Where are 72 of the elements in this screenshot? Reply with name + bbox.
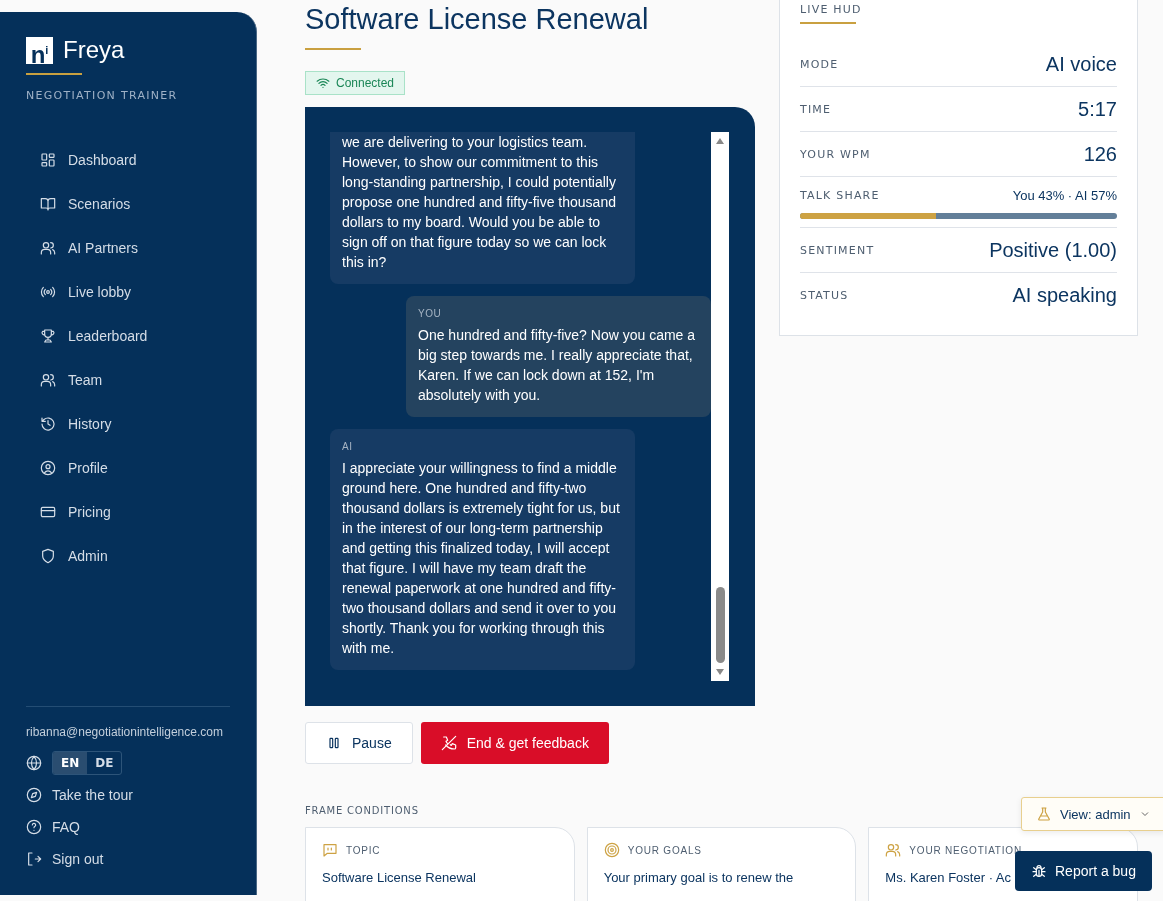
quote-icon	[322, 842, 338, 858]
hud-title: LIVE HUD	[800, 3, 863, 16]
people-icon	[40, 240, 56, 256]
card-label: TOPIC	[346, 844, 381, 856]
nav-item[interactable]: Scenarios	[40, 182, 230, 226]
book-icon	[40, 196, 56, 212]
card-label: YOUR GOALS	[627, 844, 702, 856]
shield-icon	[40, 548, 56, 564]
connection-badge: Connected	[305, 71, 406, 95]
language-option[interactable]: EN	[53, 752, 88, 774]
stat-label: TIME	[800, 102, 832, 116]
nav-item[interactable]: Admin	[40, 534, 230, 578]
stat-label: MODE	[800, 57, 839, 71]
card-text: Your primary goal is to renew the	[603, 870, 794, 885]
control-button[interactable]: Pause	[305, 722, 413, 764]
brand-name: Freya	[63, 36, 125, 64]
footer-link[interactable]: Take the tour	[26, 783, 230, 807]
stat-value: AI speaking	[1012, 283, 1117, 307]
pause-icon	[326, 735, 342, 751]
dashboard-icon	[40, 152, 56, 168]
bug-icon	[1031, 863, 1047, 879]
nav-item[interactable]: History	[40, 402, 230, 446]
report-bug-button[interactable]: Report a bug	[1015, 851, 1152, 891]
scrollbar[interactable]	[711, 132, 729, 681]
people-icon	[40, 372, 56, 388]
globe-icon	[26, 755, 42, 771]
broadcast-icon	[40, 284, 56, 300]
target-icon	[603, 842, 620, 858]
stat-value: AI voice	[1045, 52, 1117, 76]
history-icon	[40, 416, 56, 432]
view-dropdown[interactable]: View: admin	[1021, 797, 1163, 831]
card-text: Software License Renewal	[322, 870, 476, 885]
control-button[interactable]: End & get feedback	[420, 722, 609, 764]
nav-item[interactable]: Dashboard	[40, 138, 230, 182]
nav-item[interactable]: Live lobby	[40, 270, 230, 314]
stat-value: Positive (1.00)	[989, 238, 1117, 262]
wifi-icon	[316, 76, 330, 90]
stat-value: 126	[1083, 142, 1117, 166]
footer-link[interactable]: FAQ	[26, 815, 230, 839]
trophy-icon	[40, 328, 56, 344]
language-option[interactable]: DE	[87, 752, 122, 774]
phone-off-icon	[440, 735, 457, 751]
help-icon	[26, 819, 42, 835]
nav-item[interactable]: AI Partners	[40, 226, 230, 270]
message-text: we are delivering to your logistics team. However, to show our commitment to this long-standing partnership, I could potentially propose one hundred and fifty-five thousand dollars to my board. Would you be able to sign off on that figure today so we can lock this in?	[342, 133, 617, 272]
user-email: ribanna@negotiationintelligence.com	[26, 725, 224, 739]
stat-value: You 43% · AI 57%	[1012, 187, 1117, 203]
card-icon	[40, 504, 56, 520]
nav-item[interactable]: Leaderboard	[40, 314, 230, 358]
sign-out-icon	[26, 851, 42, 867]
message-text: One hundred and fifty-five? Now you came a big step towards me. I really appreciate that, Karen. If we can lock down at 152, I'm absolutely with you.	[418, 326, 697, 405]
compass-icon	[26, 787, 42, 803]
flask-icon	[1036, 806, 1052, 822]
footer-link[interactable]: Sign out	[26, 847, 230, 871]
speaker-label: YOU	[418, 308, 443, 319]
nav-item[interactable]: Pricing	[40, 490, 230, 534]
stat-label: SENTIMENT	[800, 243, 875, 257]
page-title: Software License Renewal	[305, 3, 650, 36]
card-text: Ms. Karen Foster · Ac	[885, 870, 1012, 885]
people-icon	[885, 842, 902, 858]
message-text: I appreciate your willingness to find a middle ground here. One hundred and fifty-two thousand dollars is extremely tight for us, but in the interest of our long-term partnership and getting this finalized today, I will accept that figure. I will have my team draft the renewal paperwork at one hundred and fifty-two thousand dollars and send it over to you shortly. Thank you for working through this with me.	[342, 459, 621, 658]
stat-label: YOUR WPM	[800, 147, 871, 161]
stat-label: TALK SHARE	[800, 188, 880, 202]
speaker-label: AI	[342, 441, 354, 452]
nav-item[interactable]: Profile	[40, 446, 230, 490]
section-title: FRAME CONDITIONS	[305, 805, 419, 816]
brand-subtitle: NEGOTIATION TRAINER	[26, 89, 179, 102]
user-circle-icon	[40, 460, 56, 476]
nav-item[interactable]: Team	[40, 358, 230, 402]
stat-value: 5:17	[1078, 97, 1117, 121]
logo: n$^{i}$	[26, 36, 53, 64]
stat-label: STATUS	[800, 288, 849, 302]
